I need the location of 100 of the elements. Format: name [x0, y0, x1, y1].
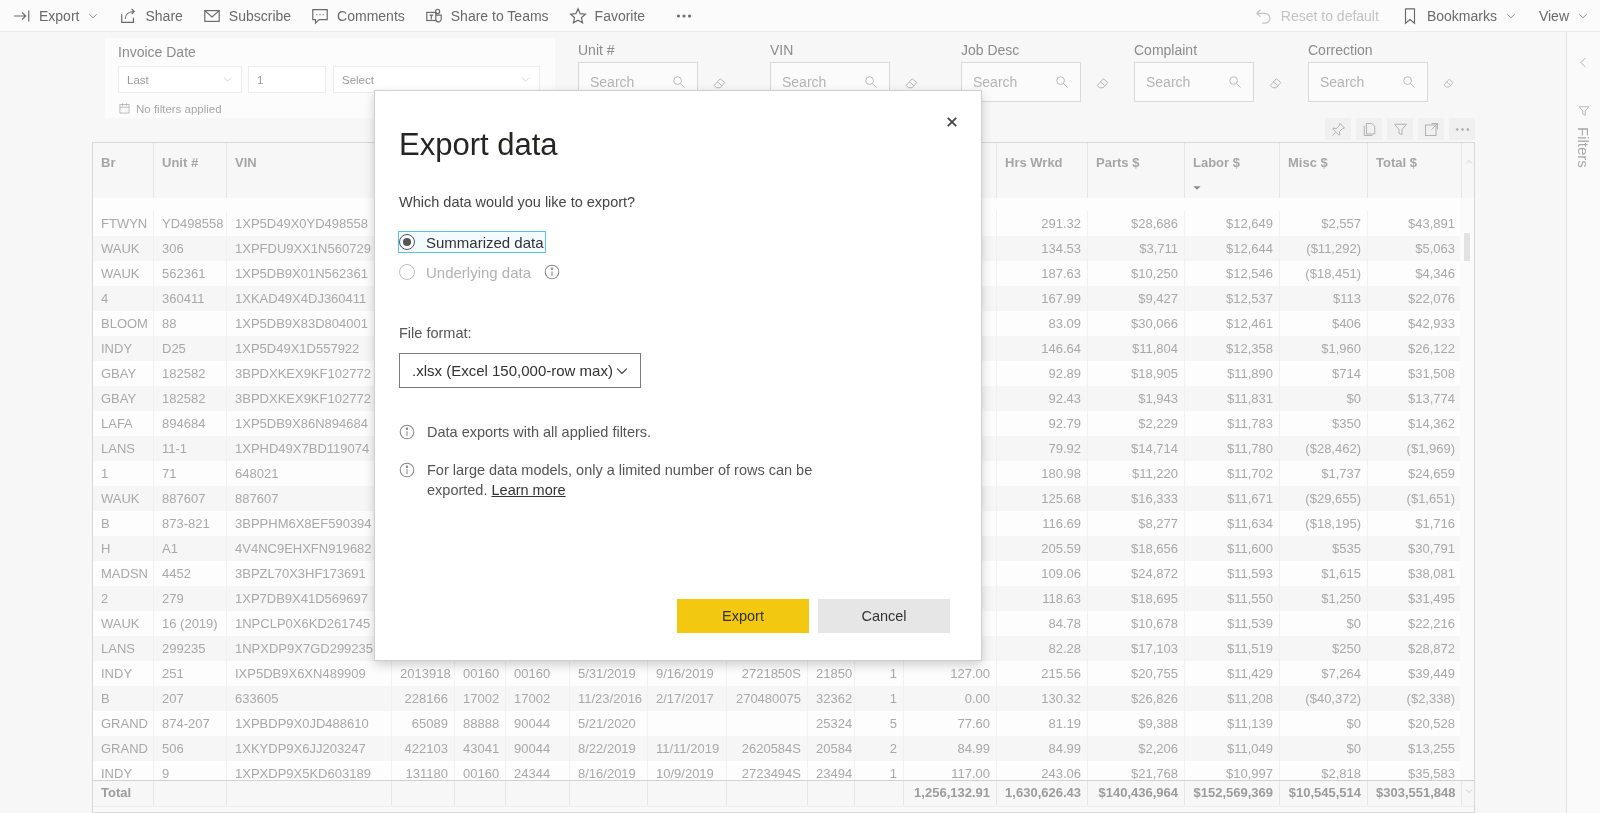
table-cell: $11,780	[1185, 436, 1280, 461]
table-cell: GRAND	[93, 736, 154, 761]
dialog-title: Export data	[399, 127, 558, 163]
table-cell: 82.28	[997, 636, 1088, 661]
total-cell: $10,545,514	[1280, 781, 1368, 805]
note-text: Data exports with all applied filters.	[427, 423, 652, 442]
pages-icon[interactable]	[1361, 121, 1377, 137]
total-cell: 1,256,132.91	[904, 781, 997, 805]
toolbar-button[interactable]: Bookmarks	[1397, 1, 1520, 30]
toolbar-button[interactable]: Share to Teams	[421, 1, 552, 30]
table-cell: 125.68	[997, 486, 1088, 511]
table-cell: 134.53	[997, 236, 1088, 261]
table-cell: 506	[154, 736, 227, 761]
filter-icon[interactable]	[1392, 121, 1408, 137]
search-field[interactable]: Search	[961, 62, 1081, 102]
table-cell: H	[93, 536, 154, 561]
table-cell: 84.99	[997, 736, 1088, 761]
table-cell: 182582	[154, 386, 227, 411]
table-cell: ($29,655)	[1280, 486, 1368, 511]
table-cell: 11-1	[154, 436, 227, 461]
table-cell: ($11,292)	[1280, 236, 1368, 261]
table-cell: ($2,338)	[1368, 686, 1460, 711]
toolbar-button[interactable]: Subscribe	[199, 1, 295, 30]
table-cell: $11,831	[1185, 386, 1280, 411]
search-field[interactable]: Search	[1308, 62, 1428, 102]
table-cell: 2	[93, 586, 154, 611]
table-cell: $535	[1280, 536, 1368, 561]
box-arrow-icon	[119, 6, 138, 25]
toolbar-button[interactable]: Comments	[308, 1, 408, 30]
speech-bubble-icon	[311, 6, 330, 25]
toolbar-button[interactable]: Favorite	[565, 1, 649, 30]
toolbar-button[interactable]: View	[1535, 1, 1592, 30]
filter-icon	[1577, 105, 1590, 117]
learn-more-link[interactable]: Learn more	[491, 482, 566, 498]
expand-icon[interactable]	[1423, 121, 1439, 137]
table-cell: 205.59	[997, 536, 1088, 561]
table-cell: ($1,969)	[1368, 436, 1460, 461]
table-cell: 118.63	[997, 586, 1088, 611]
slicer-title: Job Desc	[961, 41, 1021, 59]
filter-status: No filters applied	[136, 102, 222, 115]
dialog-button[interactable]: Cancel	[818, 599, 950, 633]
search-icon	[1055, 75, 1069, 89]
table-cell: $16,333	[1088, 486, 1185, 511]
table-cell: $9,427	[1088, 286, 1185, 311]
table-cell: ($40,372)	[1280, 686, 1368, 711]
period-dropdown[interactable]: Last	[118, 66, 242, 93]
dialog-question: Which data would you like to export?	[399, 193, 636, 212]
table-cell: $11,519	[1185, 636, 1280, 661]
table-cell: $3,711	[1088, 236, 1185, 261]
table-cell: INDY	[93, 336, 154, 361]
scrollbar-thumb[interactable]	[1464, 233, 1470, 261]
table-cell: $30,791	[1368, 536, 1460, 561]
table-cell: $13,255	[1368, 736, 1460, 761]
table-cell: $12,537	[1185, 286, 1280, 311]
table-cell: $22,076	[1368, 286, 1460, 311]
search-field[interactable]: Search	[1134, 62, 1254, 102]
table-cell: 2/17/2017	[648, 686, 727, 711]
table-cell: $0	[1280, 736, 1368, 761]
table-cell: $17,103	[1088, 636, 1185, 661]
table-cell: 11/23/2016	[570, 686, 648, 711]
table-cell: WAUK	[93, 486, 154, 511]
table-cell: 228166	[392, 686, 455, 711]
table-cell: $250	[1280, 636, 1368, 661]
table-cell: $1,250	[1280, 586, 1368, 611]
count-field[interactable]: 1	[248, 66, 326, 93]
search-icon	[1228, 75, 1242, 89]
table-cell: 1	[855, 686, 904, 711]
table-cell: 90044	[506, 736, 570, 761]
scroll-up-icon[interactable]	[1463, 157, 1474, 167]
star-icon	[568, 6, 587, 25]
toolbar-button[interactable]: Share	[116, 1, 186, 30]
pin-icon[interactable]	[1330, 121, 1346, 137]
note-text: For large data models, only a limited number of rows can be exported. Learn more	[427, 461, 814, 500]
close-icon[interactable]	[945, 115, 959, 129]
search-icon	[672, 75, 686, 89]
table-cell: GBAY	[93, 386, 154, 411]
table-cell: D25	[154, 336, 227, 361]
table-cell: $11,550	[1185, 586, 1280, 611]
pane-title[interactable]: Filters	[1575, 127, 1592, 168]
search-icon	[1402, 75, 1416, 89]
table-cell: $12,644	[1185, 236, 1280, 261]
calendar-icon	[118, 102, 131, 115]
total-cell: Total	[93, 781, 154, 805]
table-cell: $11,049	[1185, 736, 1280, 761]
dialog-button[interactable]: Export	[677, 599, 809, 633]
toolbar-button[interactable]: Export	[10, 1, 103, 30]
info-icon	[399, 424, 415, 440]
format-dropdown[interactable]: .xlsx (Excel 150,000-row max)	[399, 353, 641, 388]
table-cell: WAUK	[93, 236, 154, 261]
table-cell: ($1,651)	[1368, 486, 1460, 511]
search-icon	[864, 75, 878, 89]
slicer-title: VIN	[770, 41, 795, 59]
table-cell: $26,122	[1368, 336, 1460, 361]
table-cell: 2	[855, 736, 904, 761]
table-cell: LANS	[93, 636, 154, 661]
scroll-down-icon[interactable]	[1463, 786, 1474, 796]
table-cell: 84.99	[904, 736, 997, 761]
slicer-title: Invoice Date	[118, 43, 197, 61]
table-cell: $26,826	[1088, 686, 1185, 711]
people-icon	[424, 6, 443, 25]
